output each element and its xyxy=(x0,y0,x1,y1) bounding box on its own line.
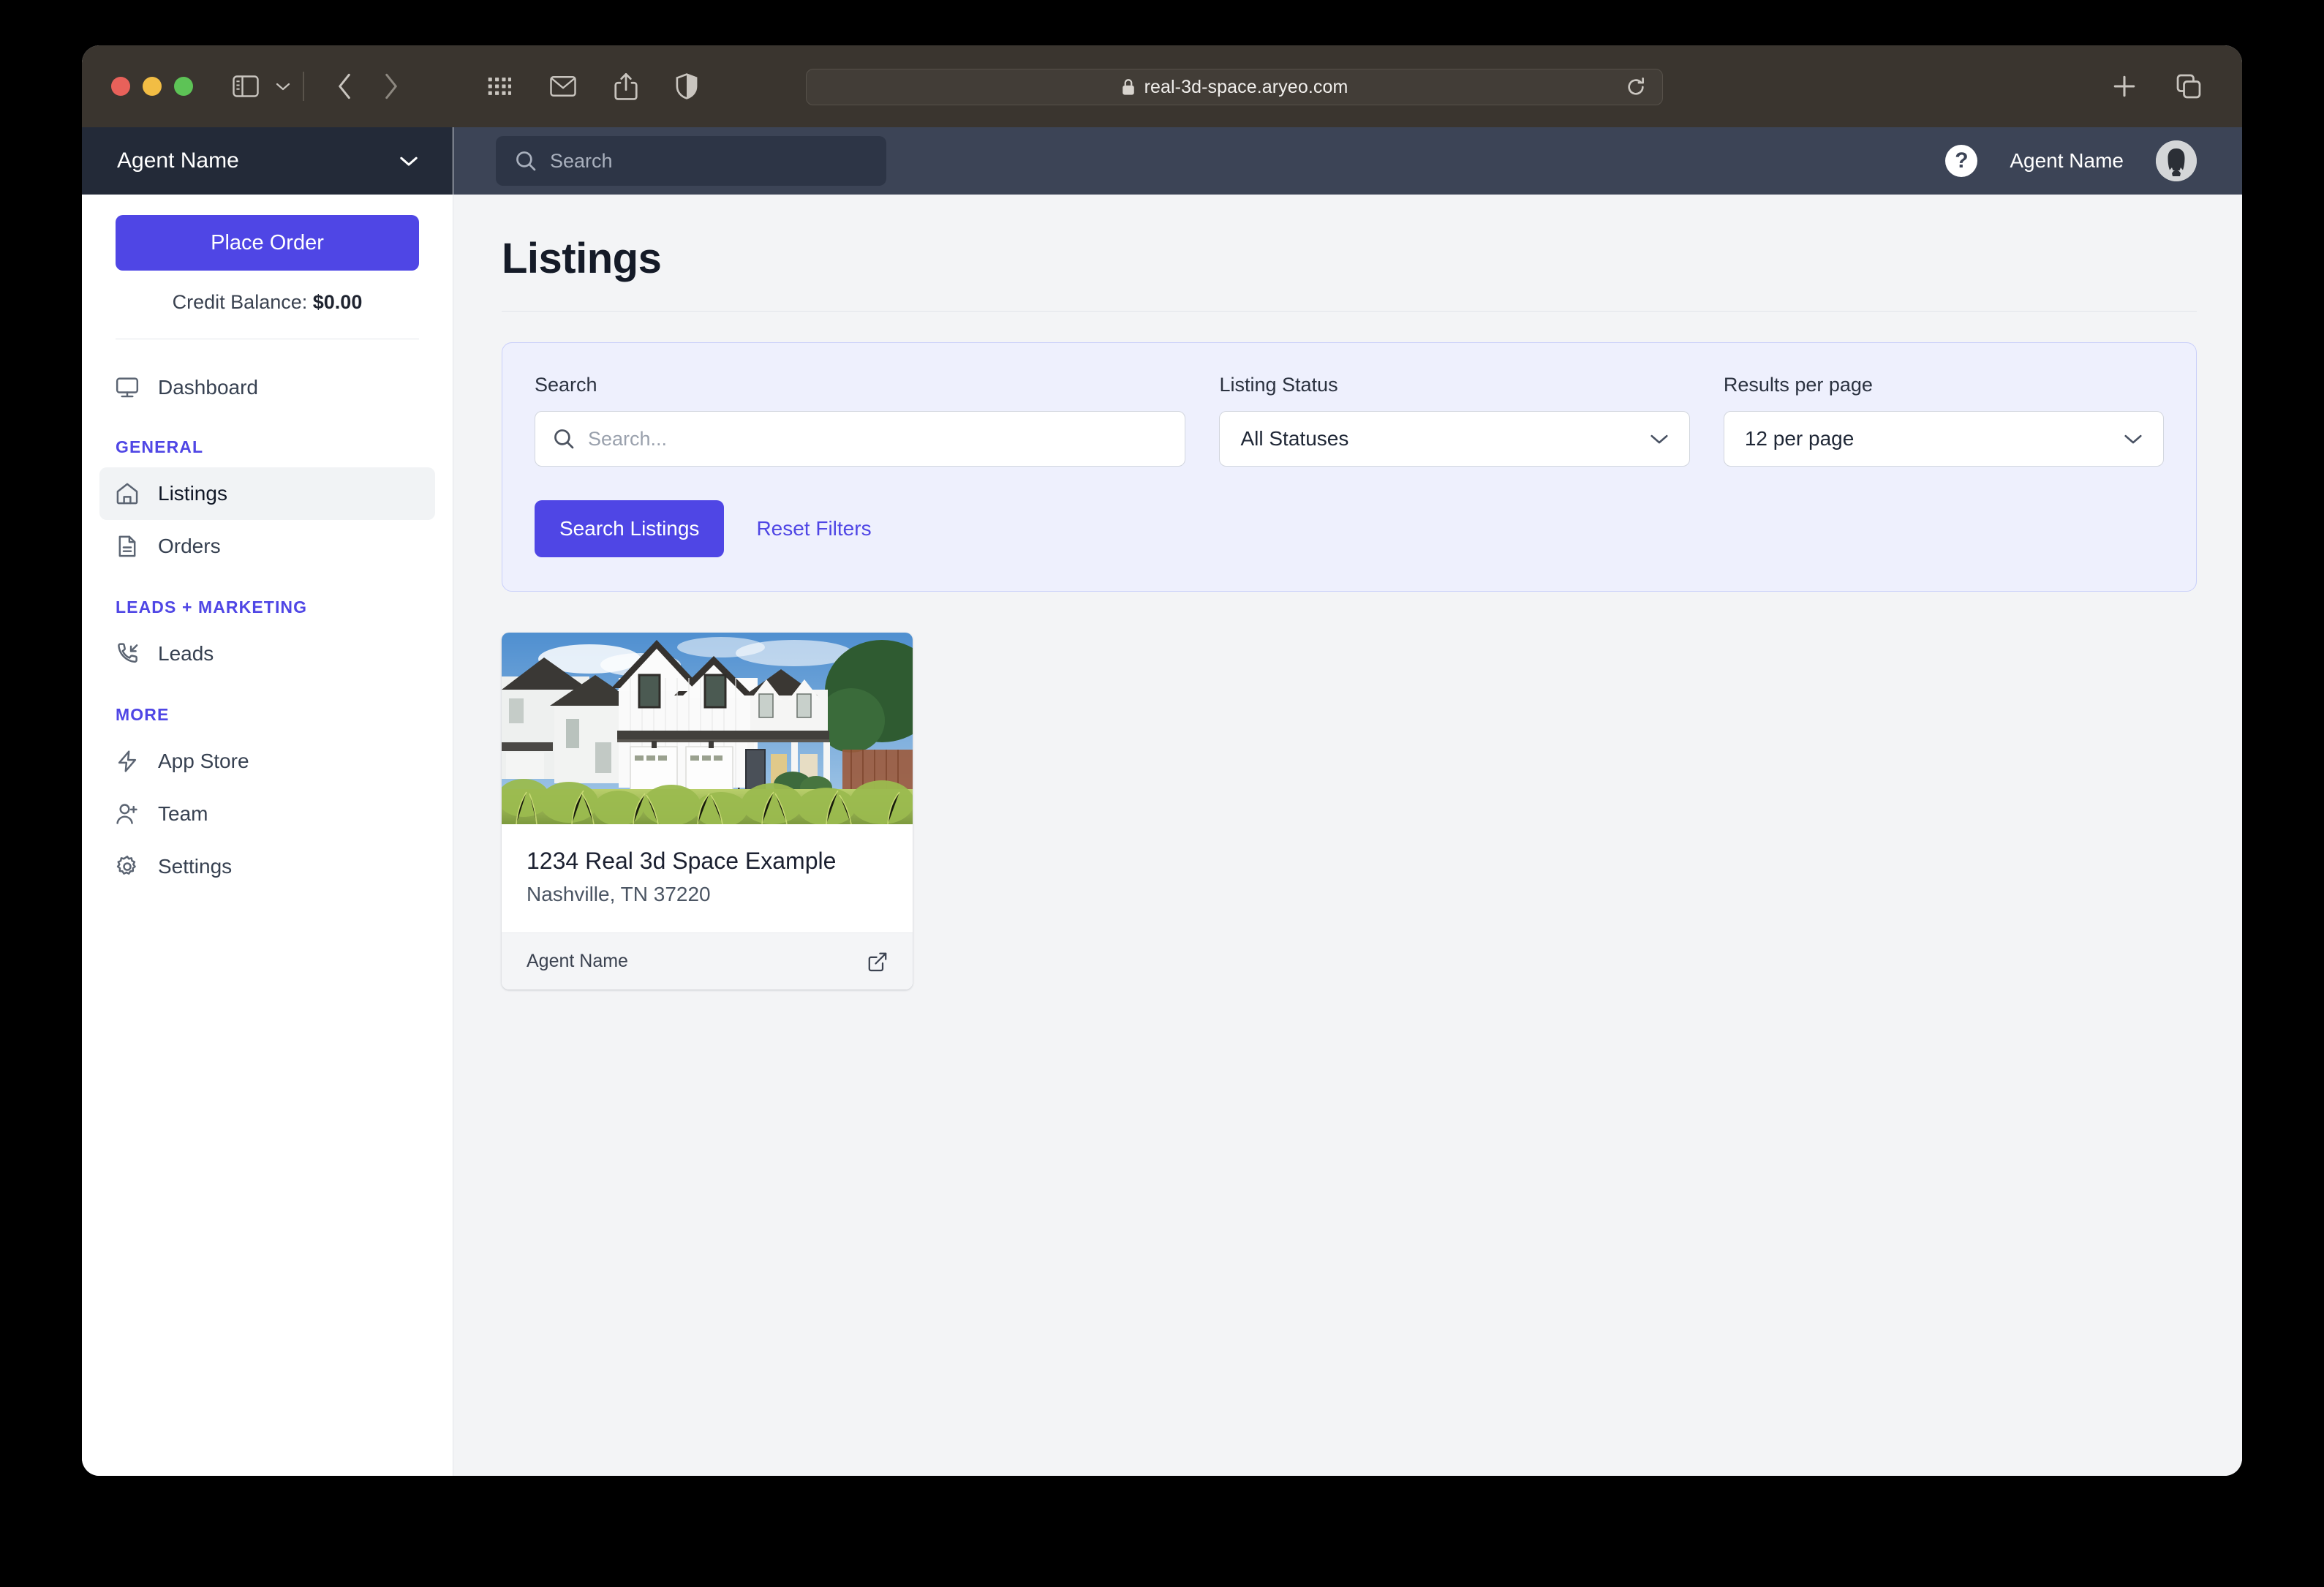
page-title: Listings xyxy=(502,235,662,282)
sidebar-item-label: Leads xyxy=(158,642,214,665)
listing-photo xyxy=(502,633,913,824)
credit-balance-label: Credit Balance: xyxy=(172,291,308,313)
listing-address: Nashville, TN 37220 xyxy=(527,883,711,905)
sidebar-item-leads[interactable]: Leads xyxy=(99,627,435,680)
document-icon xyxy=(116,535,139,558)
sidebar-item-label: App Store xyxy=(158,750,249,772)
filters-panel: Search Search... Listing Status All Stat… xyxy=(502,342,2197,592)
sidebar-item-orders[interactable]: Orders xyxy=(99,520,435,573)
place-order-button[interactable]: Place Order xyxy=(116,215,419,271)
url-text: real-3d-space.aryeo.com xyxy=(1144,76,1348,97)
chevron-down-icon xyxy=(2122,432,2144,445)
sidebar-item-label: Settings xyxy=(158,855,233,878)
search-listings-button[interactable]: Search Listings xyxy=(535,500,725,557)
sidebar-item-team[interactable]: Team xyxy=(99,788,435,840)
global-search-input[interactable]: Search xyxy=(496,136,886,186)
chevron-down-icon xyxy=(399,154,419,167)
reset-filters-button[interactable]: Reset Filters xyxy=(737,517,890,540)
sidebar-item-label: Dashboard xyxy=(158,376,258,399)
address-bar[interactable]: real-3d-space.aryeo.com xyxy=(806,69,1663,105)
filter-group-results-per-page: Results per page 12 per page xyxy=(1723,374,2164,467)
org-switcher[interactable]: Agent Name xyxy=(82,127,453,195)
chevron-down-icon xyxy=(1648,432,1670,445)
sidebar: Agent Name Place Order Credit Balance: $… xyxy=(82,127,453,1476)
sidebar-item-settings[interactable]: Settings xyxy=(99,840,435,893)
browser-action-icons xyxy=(487,72,698,100)
grid-apps-icon[interactable] xyxy=(487,74,512,99)
sidebar-item-dashboard[interactable]: Dashboard xyxy=(99,361,435,414)
sidebar-item-label: Listings xyxy=(158,482,227,505)
sidebar-toggle-icon[interactable] xyxy=(233,75,259,97)
credit-balance: Credit Balance: $0.00 xyxy=(116,291,419,314)
external-link-icon[interactable] xyxy=(867,951,888,972)
listing-status-value: All Statuses xyxy=(1240,427,1349,450)
filter-group-search: Search Search... xyxy=(535,374,1186,467)
home-icon xyxy=(116,482,139,505)
search-icon xyxy=(553,428,575,450)
listing-card[interactable]: 1234 Real 3d Space Example Nashville, TN… xyxy=(502,633,913,989)
user-name: Agent Name xyxy=(2010,149,2124,172)
sidebar-options-chevron-down-icon[interactable] xyxy=(275,81,291,91)
phone-incoming-icon xyxy=(116,642,139,666)
user-plus-icon xyxy=(116,802,139,826)
results-per-page-value: 12 per page xyxy=(1744,427,1855,450)
app-root: Agent Name Place Order Credit Balance: $… xyxy=(82,127,2242,1476)
listing-status-select[interactable]: All Statuses xyxy=(1219,411,1690,467)
lock-icon xyxy=(1121,78,1136,96)
top-bar-right: ? Agent Name xyxy=(1945,140,2197,181)
sidebar-section-leads-marketing: LEADS + MARKETING xyxy=(116,598,308,617)
chevron-right-icon[interactable] xyxy=(383,72,399,100)
main-area: Search ? Agent Name Listings Search Sear… xyxy=(453,127,2242,1476)
org-name: Agent Name xyxy=(117,148,239,173)
lightning-icon xyxy=(116,750,139,773)
sidebar-nav: Dashboard GENERAL Listings Orders LEADS … xyxy=(82,361,453,893)
listing-card-footer: Agent Name xyxy=(502,932,913,989)
window-traffic-lights xyxy=(111,77,193,96)
sidebar-item-label: Team xyxy=(158,802,208,825)
close-window-button[interactable] xyxy=(111,77,130,96)
browser-toolbar: real-3d-space.aryeo.com xyxy=(82,45,2242,127)
listings-grid: 1234 Real 3d Space Example Nashville, TN… xyxy=(502,633,2197,989)
global-search-placeholder: Search xyxy=(550,149,613,172)
sidebar-top: Place Order Credit Balance: $0.00 xyxy=(82,195,453,361)
listing-title: 1234 Real 3d Space Example xyxy=(527,848,837,874)
mail-icon[interactable] xyxy=(550,75,576,97)
results-per-page-select[interactable]: 12 per page xyxy=(1723,411,2164,467)
title-divider xyxy=(502,311,2197,312)
search-filter-label: Search xyxy=(535,374,597,396)
browser-window: real-3d-space.aryeo.com Agent Name Place… xyxy=(82,45,2242,1476)
sidebar-item-label: Orders xyxy=(158,535,221,557)
minimize-window-button[interactable] xyxy=(143,77,162,96)
maximize-window-button[interactable] xyxy=(174,77,193,96)
tab-overview-icon[interactable] xyxy=(2176,74,2201,99)
monitor-icon xyxy=(116,376,139,399)
plus-icon[interactable] xyxy=(2112,74,2137,99)
credit-balance-value: $0.00 xyxy=(312,291,363,313)
sidebar-section-general: GENERAL xyxy=(116,437,204,456)
toolbar-divider xyxy=(303,72,304,101)
search-input-placeholder: Search... xyxy=(588,427,668,450)
filters-row: Search Search... Listing Status All Stat… xyxy=(535,374,2164,467)
filter-group-status: Listing Status All Statuses xyxy=(1219,374,1690,467)
filters-actions: Search Listings Reset Filters xyxy=(535,500,2164,557)
chevron-left-icon[interactable] xyxy=(336,72,352,100)
listing-card-body: 1234 Real 3d Space Example Nashville, TN… xyxy=(502,824,913,932)
search-input[interactable]: Search... xyxy=(535,411,1186,467)
top-bar: Search ? Agent Name xyxy=(453,127,2242,195)
sidebar-section-more: MORE xyxy=(116,705,170,724)
browser-right-controls xyxy=(2112,74,2201,99)
sidebar-item-app-store[interactable]: App Store xyxy=(99,735,435,788)
reload-icon[interactable] xyxy=(1626,77,1646,97)
share-icon[interactable] xyxy=(614,72,638,100)
listing-status-label: Listing Status xyxy=(1219,374,1338,396)
sidebar-item-listings[interactable]: Listings xyxy=(99,467,435,520)
page-content: Listings Search Search... Listing Status… xyxy=(453,195,2242,1476)
gear-icon xyxy=(116,855,139,878)
help-icon[interactable]: ? xyxy=(1945,145,1978,177)
avatar[interactable] xyxy=(2156,140,2197,181)
results-per-page-label: Results per page xyxy=(1723,374,1873,396)
listing-agent-name: Agent Name xyxy=(527,951,628,971)
privacy-shield-icon[interactable] xyxy=(676,73,698,99)
search-icon xyxy=(515,150,537,172)
